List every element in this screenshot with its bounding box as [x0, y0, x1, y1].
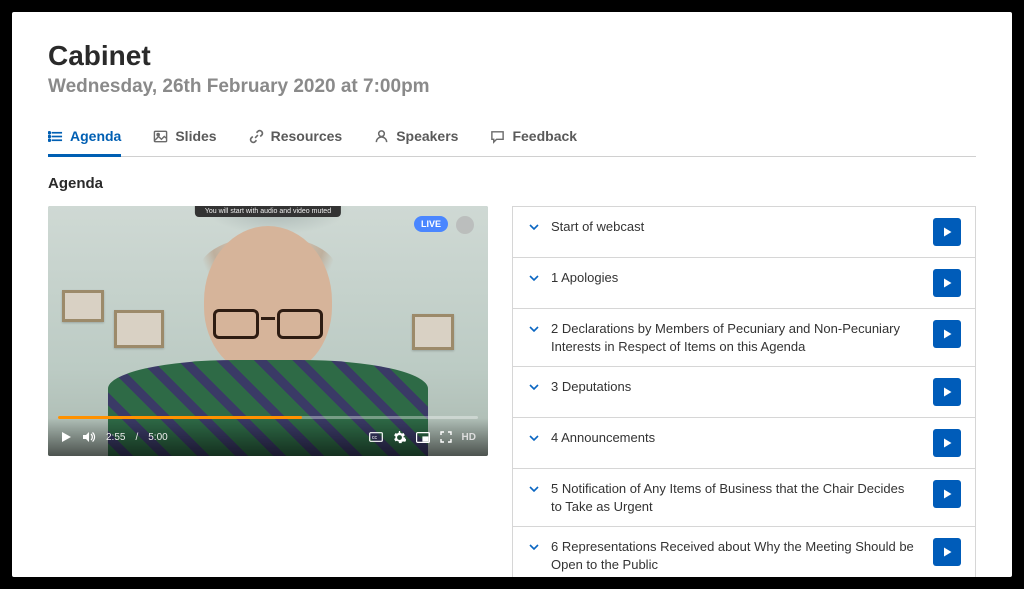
agenda-play-button[interactable] [933, 320, 961, 348]
captions-button[interactable]: cc [369, 432, 383, 442]
agenda-item[interactable]: 3 Deputations [512, 366, 976, 418]
agenda-item-label: 3 Deputations [551, 378, 923, 396]
link-icon [249, 129, 264, 144]
agenda-item[interactable]: 1 Apologies [512, 257, 976, 309]
video-controls: 2:55 / 5:00 cc HD [48, 418, 488, 456]
agenda-item[interactable]: 6 Representations Received about Why the… [512, 526, 976, 577]
agenda-item-label: 5 Notification of Any Items of Business … [551, 480, 923, 515]
chevron-down-icon [527, 322, 541, 336]
agenda-play-button[interactable] [933, 269, 961, 297]
agenda-item[interactable]: Start of webcast [512, 206, 976, 258]
agenda-item[interactable]: 2 Declarations by Members of Pecuniary a… [512, 308, 976, 367]
agenda-list: Start of webcast 1 Apologies 2 Declaration… [512, 206, 976, 577]
agenda-play-button[interactable] [933, 378, 961, 406]
person-icon [374, 129, 389, 144]
time-total: 5:00 [148, 432, 167, 443]
volume-button[interactable] [82, 431, 96, 443]
video-player[interactable]: You will start with audio and video mute… [48, 206, 488, 456]
agenda-play-button[interactable] [933, 538, 961, 566]
tab-label: Speakers [396, 128, 458, 144]
svg-text:cc: cc [372, 435, 378, 441]
tab-feedback[interactable]: Feedback [490, 122, 577, 157]
tab-label: Slides [175, 128, 216, 144]
person-head [204, 226, 332, 376]
video-column: You will start with audio and video mute… [48, 206, 488, 456]
time-current: 2:55 [106, 432, 125, 443]
tabs-bar: Agenda Slides Resources Speakers Feedbac… [48, 122, 976, 157]
chevron-down-icon [527, 540, 541, 554]
agenda-item-label: Start of webcast [551, 218, 923, 236]
agenda-play-button[interactable] [933, 429, 961, 457]
content-row: You will start with audio and video mute… [48, 206, 976, 577]
tab-label: Feedback [512, 128, 577, 144]
tab-label: Resources [271, 128, 343, 144]
chat-icon [490, 129, 505, 144]
agenda-item-label: 4 Announcements [551, 429, 923, 447]
chevron-down-icon [527, 482, 541, 496]
page-title: Cabinet [48, 40, 976, 72]
agenda-play-button[interactable] [933, 480, 961, 508]
chevron-down-icon [527, 271, 541, 285]
wall-picture [62, 290, 104, 322]
settings-button[interactable] [393, 431, 406, 444]
agenda-item[interactable]: 4 Announcements [512, 417, 976, 469]
app-frame: Cabinet Wednesday, 26th February 2020 at… [12, 12, 1012, 577]
fullscreen-button[interactable] [440, 431, 452, 443]
agenda-item-label: 1 Apologies [551, 269, 923, 287]
section-title: Agenda [48, 175, 976, 192]
chevron-down-icon [527, 220, 541, 234]
agenda-play-button[interactable] [933, 218, 961, 246]
play-pause-button[interactable] [60, 431, 72, 443]
time-separator: / [135, 432, 138, 443]
image-icon [153, 129, 168, 144]
wall-picture [114, 310, 164, 348]
chevron-down-icon [527, 431, 541, 445]
progress-bar[interactable] [58, 416, 478, 419]
agenda-item-label: 2 Declarations by Members of Pecuniary a… [551, 320, 923, 355]
tab-slides[interactable]: Slides [153, 122, 216, 157]
mute-icon[interactable] [456, 216, 474, 234]
live-badge: LIVE [414, 216, 448, 232]
chevron-down-icon [527, 380, 541, 394]
tab-resources[interactable]: Resources [249, 122, 343, 157]
person-glasses [213, 309, 323, 339]
wall-picture [412, 314, 454, 350]
tab-speakers[interactable]: Speakers [374, 122, 458, 157]
agenda-item-label: 6 Representations Received about Why the… [551, 538, 923, 573]
tab-agenda[interactable]: Agenda [48, 122, 121, 157]
pip-button[interactable] [416, 432, 430, 443]
progress-fill [58, 416, 302, 419]
agenda-item[interactable]: 5 Notification of Any Items of Business … [512, 468, 976, 527]
video-tooltip: You will start with audio and video mute… [195, 206, 341, 217]
tab-label: Agenda [70, 128, 121, 144]
page-subtitle: Wednesday, 26th February 2020 at 7:00pm [48, 76, 976, 98]
list-icon [48, 129, 63, 144]
hd-label: HD [462, 432, 476, 443]
